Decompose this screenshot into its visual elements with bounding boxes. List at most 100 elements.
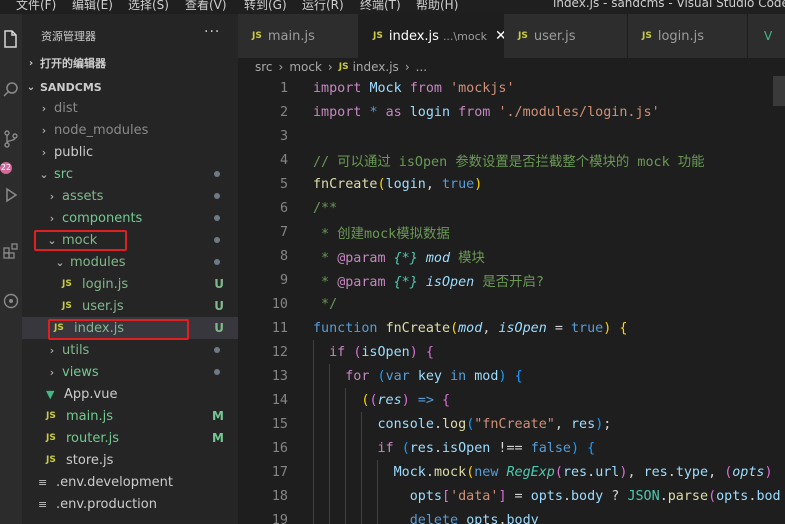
run-debug-icon[interactable] [0,184,22,206]
tree-item-label: user.js [82,298,124,314]
tree-file[interactable]: JS main.js M [22,405,238,427]
window-title: index.js - sandcms - Visual Studio Code [553,0,785,10]
menu-terminal[interactable]: 终端(T) [360,0,401,13]
tree-folder[interactable]: › components [22,207,238,229]
code-line[interactable]: 1 import Mock from 'mockjs' [238,76,785,100]
tree-file[interactable]: JS router.js M [22,427,238,449]
tree-folder[interactable]: ⌄ mock [22,229,238,251]
tree-folder[interactable]: › utils [22,339,238,361]
vue-file-icon: V [764,29,773,43]
tree-file[interactable]: ≡ .env.production [22,493,238,515]
tree-folder[interactable]: ⌄ src [22,163,238,185]
git-status-dot [214,369,220,375]
source-control-icon[interactable] [0,128,22,150]
tree-item-label: .env.development [56,474,173,490]
settings-file-icon: ≡ [38,497,48,511]
chevron-right-icon: › [41,101,47,115]
code-line[interactable]: 3 [238,124,785,148]
menu-view[interactable]: 查看(V) [185,0,227,13]
tab-login-js[interactable]: JS login.js [628,14,748,58]
project-section[interactable]: ⌄ SANDCMS [22,77,238,97]
tree-folder[interactable]: › assets [22,185,238,207]
tree-file[interactable]: ▼ App.vue [22,383,238,405]
line-number: 16 [271,440,288,456]
extensions-icon[interactable] [0,240,22,262]
code-line[interactable]: 8 * @param {*} mod 模块 [238,244,785,268]
code-line[interactable]: 18 opts['data'] = opts.body ? JSON.parse… [238,484,785,508]
tree-folder[interactable]: ⌄ modules [22,251,238,273]
code-line[interactable]: 16 if (res.isOpen !== false) { [238,436,785,460]
js-file-icon: JS [338,62,349,72]
tree-item-label: mock [62,232,98,248]
line-number: 17 [271,464,288,480]
tree-file[interactable]: ≡ .env.development [22,471,238,493]
tree-file[interactable]: JS store.js [22,449,238,471]
code-line[interactable]: 4 // 可以通过 isOpen 参数设置是否拦截整个模块的 mock 功能 [238,148,785,172]
tree-file[interactable]: JS user.js U [22,295,238,317]
menubar: 文件(F) 编辑(E) 选择(S) 查看(V) 转到(G) 运行(R) 终端(T… [0,0,785,14]
menu-run[interactable]: 运行(R) [302,0,344,13]
line-number: 14 [271,392,288,408]
tree-item-label: index.js [74,320,125,336]
more-actions-icon[interactable]: ··· [204,24,220,40]
code-line[interactable]: 14 ((res) => { [238,388,785,412]
code-line[interactable]: 10 */ [238,292,785,316]
menu-help[interactable]: 帮助(H) [416,0,458,13]
remote-icon[interactable] [0,290,22,312]
code-line[interactable]: 15 console.log("fnCreate", res); [238,412,785,436]
tab-main-js[interactable]: JS main.js [238,14,359,58]
tree-file[interactable]: JS login.js U [22,273,238,295]
tab-label: user.js [533,28,576,44]
line-number: 2 [279,104,288,120]
tree-folder[interactable]: › dist [22,97,238,119]
code-text: delete opts.body [409,512,539,524]
tab-label: index.js [388,28,439,44]
breadcrumb-item[interactable]: src [255,60,273,74]
breadcrumb-item[interactable]: mock [289,60,322,74]
tree-folder[interactable]: › public [22,141,238,163]
menu-go[interactable]: 转到(G) [244,0,287,13]
chevron-right-icon: › [404,60,410,74]
tree-folder[interactable]: › node_modules [22,119,238,141]
chevron-right-icon: › [49,343,55,357]
chevron-right-icon: › [278,60,284,74]
code-line[interactable]: 13 for (var key in mod) { [238,364,785,388]
code-line[interactable]: 19 delete opts.body [238,508,785,524]
code-editor[interactable]: 1 import Mock from 'mockjs' 2 import * as l… [238,76,785,524]
menu-edit[interactable]: 编辑(E) [72,0,113,13]
line-number: 5 [279,176,288,192]
indent-guide [345,388,346,524]
tab-overflow[interactable]: V [748,14,785,58]
tab-index-js[interactable]: JS index.js ...\mock ✕ [359,14,507,58]
tree-folder[interactable]: › views [22,361,238,383]
vue-file-icon: ▼ [46,387,55,401]
git-status-badge: M [212,431,224,445]
code-line[interactable]: 9 * @param {*} isOpen 是否开启? [238,268,785,292]
code-line[interactable]: 12 if (isOpen) { [238,340,785,364]
code-line[interactable]: 5 fnCreate(login, true) [238,172,785,196]
search-icon[interactable] [0,78,22,100]
scm-badge: 22 [0,162,12,174]
tab-user-js[interactable]: JS user.js [504,14,628,58]
chevron-right-icon: › [49,211,55,225]
git-status-badge: U [214,277,224,291]
breadcrumb-item[interactable]: ... [416,60,427,74]
code-line[interactable]: 7 * 创建mock模拟数据 [238,220,785,244]
tree-file[interactable]: JS index.js U [22,317,238,339]
code-line[interactable]: 11 function fnCreate(mod, isOpen = true) … [238,316,785,340]
line-number: 3 [279,128,288,144]
explorer-icon[interactable] [0,28,22,50]
code-line[interactable]: 6 /** [238,196,785,220]
breadcrumb: src › mock › JS index.js › ... [238,58,785,76]
code-text: if (res.isOpen !== false) { [377,440,596,456]
line-number: 19 [271,512,288,524]
git-status-dot [214,215,220,221]
code-line[interactable]: 2 import * as login from './modules/login… [238,100,785,124]
open-editors-section[interactable]: › 打开的编辑器 [22,53,238,73]
tree-item-label: public [54,144,94,160]
breadcrumb-item[interactable]: index.js [353,60,399,74]
indent-guide [313,340,314,524]
menu-file[interactable]: 文件(F) [16,0,56,13]
menu-selection[interactable]: 选择(S) [128,0,169,13]
code-line[interactable]: 17 Mock.mock(new RegExp(res.url), res.ty… [238,460,785,484]
